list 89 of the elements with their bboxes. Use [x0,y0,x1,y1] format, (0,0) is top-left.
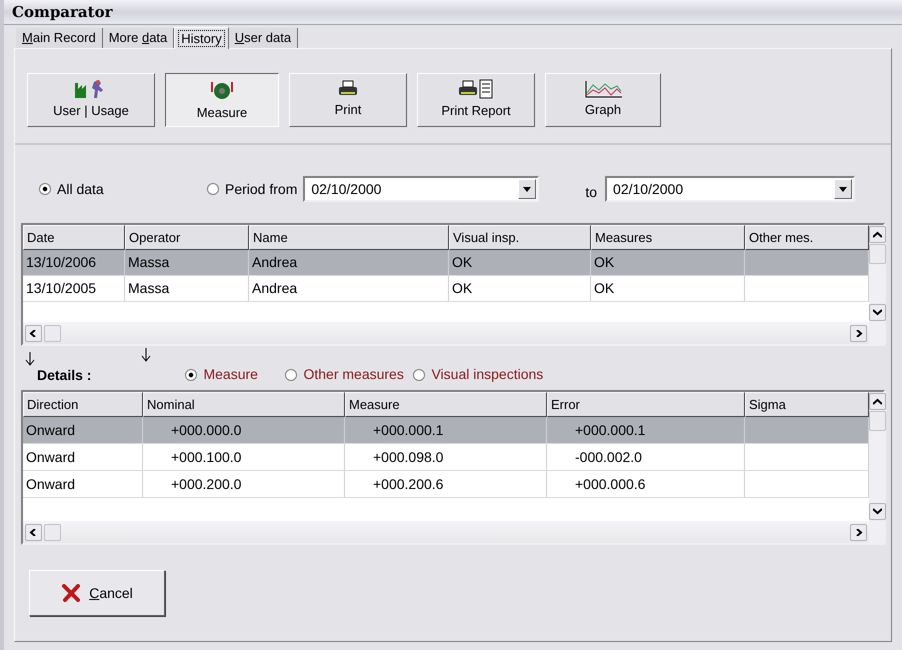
table-cell-text: Onward [26,474,76,494]
table-cell-text: Massa [128,279,170,298]
to-label: to [585,182,598,202]
radio-label: All data [57,180,104,198]
table-row[interactable]: 13/10/2005 Massa Andrea OK OK [23,276,869,302]
table-cell-text: Andrea [252,279,298,298]
column-header[interactable]: Operator [125,225,249,250]
scroll-right-button[interactable] [850,524,867,540]
table-cell-text: +000.098.0 [373,448,444,466]
scroll-down-button[interactable] [869,304,886,321]
scroll-thumb[interactable] [44,524,61,540]
chevron-icon [873,231,882,238]
table-cell-text: +000.200.6 [373,474,444,494]
scroll-left-button[interactable] [25,324,42,342]
table-cell-text: +000.000.0 [171,420,242,440]
radio-label: Visual inspections [431,365,544,384]
scroll-down-button[interactable] [869,503,886,520]
gauge-ring-icon [209,81,235,102]
down-arrow-icon [25,352,35,366]
chevron-icon [873,508,882,515]
table-cell-text: +000.200.0 [171,474,242,494]
chevron-icon [873,309,882,316]
toolbar-button[interactable]: Print Report [417,73,535,127]
chevron-icon [873,398,882,405]
line-chart-icon [583,80,623,98]
scroll-thumb[interactable] [44,324,61,342]
table-cell-text: +000.100.0 [171,448,242,466]
table-cell-text: Andrea [252,253,298,272]
table-cell-text: Onward [26,448,76,466]
table-row[interactable]: Onward +000.000.0 +000.000.1 +000.000.1 [23,417,869,444]
tab[interactable]: Main Record [16,28,103,48]
column-header[interactable]: Sigma [745,392,869,417]
column-header[interactable]: Nominal [143,392,345,417]
table-cell-text: +000.000.1 [373,420,444,440]
table-cell-text: -000.002.0 [575,448,642,466]
table-cell-text: 13/10/2006 [26,253,96,272]
toolbar-button[interactable]: Measure [165,73,279,127]
down-arrow-icon [141,348,152,362]
cross-icon [61,584,82,602]
window-title: Comparator [12,2,112,23]
table-cell-text: OK [452,253,472,272]
chevron-icon [29,528,38,536]
chevron-icon [854,330,863,336]
scroll-thumb[interactable] [869,411,886,431]
date-dropdown[interactable]: 02/10/2000 [303,176,540,202]
radio-button[interactable] [185,368,198,380]
table-cell-text: Onward [26,420,76,440]
column-header[interactable]: Other mes. [745,225,869,250]
radio-label: Measure [203,365,258,384]
column-header[interactable]: Visual insp. [449,225,591,250]
column-header[interactable]: Measures [591,225,745,250]
table-cell-text: +000.000.6 [575,474,646,494]
details-label: Details : [37,366,92,385]
toolbar-button[interactable]: User | Usage [27,73,155,127]
radio-label: Other measures [303,365,404,384]
printer-and-document-icon [458,79,494,100]
scroll-right-button[interactable] [850,324,867,342]
column-header[interactable]: Name [249,225,449,250]
chevron-icon [854,528,863,536]
table-cell-text: OK [452,279,472,298]
table-cell-text: OK [594,253,614,272]
column-header[interactable]: Measure [345,392,547,417]
scroll-up-button[interactable] [869,393,886,410]
table-cell-text: 13/10/2005 [26,279,96,298]
scroll-left-button[interactable] [25,524,42,540]
table-row[interactable]: 13/10/2006 Massa Andrea OK OK [23,250,869,276]
table-row[interactable]: Onward +000.100.0 +000.098.0 -000.002.0 [23,444,869,471]
toolbar-button[interactable]: Graph [545,73,661,127]
column-header[interactable]: Direction [23,392,143,417]
scroll-up-button[interactable] [869,226,886,243]
radio-button[interactable] [413,368,426,380]
tab[interactable]: History [174,27,229,49]
column-header[interactable]: Error [547,392,745,417]
table-cell-text: OK [594,279,614,298]
radio-button[interactable] [207,183,219,195]
toolbar-button[interactable]: Print [289,73,407,127]
tab[interactable]: User data [228,28,298,48]
tab[interactable]: More data [102,28,174,48]
chevron-icon [29,330,38,336]
radio-button[interactable] [285,368,298,380]
radio-label: Period from [225,180,298,198]
table-cell-text: +000.000.1 [575,420,646,440]
scroll-thumb[interactable] [869,244,886,264]
radio-button[interactable] [39,183,51,195]
table-row[interactable]: Onward +000.200.0 +000.200.6 +000.000.6 [23,471,869,498]
cancel-button[interactable]: Cancel [29,570,165,616]
date-dropdown[interactable]: 02/10/2000 [605,176,856,202]
table-cell-text: Massa [128,253,170,272]
column-header[interactable]: Date [23,225,125,250]
